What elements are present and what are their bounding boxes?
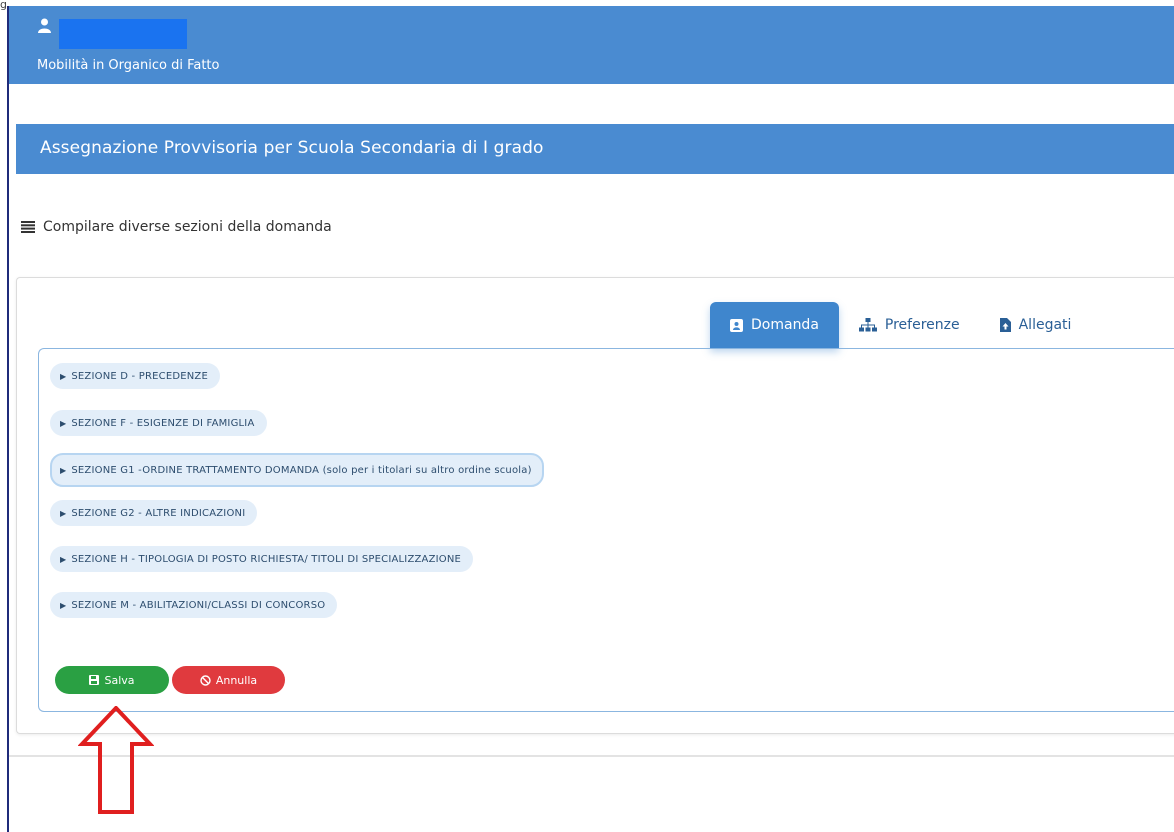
section-label: SEZIONE F - ESIGENZE DI FAMIGLIA [71,417,255,429]
caret-right-icon: ▶ [60,554,67,564]
ban-icon [200,674,211,686]
save-button-label: Salva [104,673,135,687]
cancel-button[interactable]: Annulla [172,666,285,694]
corner-mark: g [0,0,7,11]
section-g1-accordion[interactable]: ▶ SEZIONE G1 -ORDINE TRATTAMENTO DOMANDA… [50,453,544,487]
tab-allegati[interactable]: Allegati [980,302,1092,348]
section-d-accordion[interactable]: ▶ SEZIONE D - PRECEDENZE [50,363,221,389]
caret-right-icon: ▶ [60,600,67,610]
page-banner: Assegnazione Provvisoria per Scuola Seco… [16,124,1174,174]
tab-label: Preferenze [884,317,960,333]
tab-preferenze[interactable]: Preferenze [839,302,980,348]
section-g2-accordion[interactable]: ▶ SEZIONE G2 - ALTRE INDICAZIONI [50,500,258,526]
user-icon [38,18,51,33]
section-label: SEZIONE M - ABILITAZIONI/CLASSI DI CONCO… [71,599,326,611]
tab-bar: Domanda Preferenze Allegati [710,302,1091,348]
caret-right-icon: ▶ [60,371,67,381]
caret-right-icon: ▶ [60,508,67,518]
file-upload-icon [999,318,1011,332]
section-label: SEZIONE G1 -ORDINE TRATTAMENTO DOMANDA (… [71,464,532,476]
redacted-user-name [59,19,187,49]
section-m-accordion[interactable]: ▶ SEZIONE M - ABILITAZIONI/CLASSI DI CON… [50,592,338,618]
section-label: SEZIONE H - TIPOLOGIA DI POSTO RICHIESTA… [71,553,462,565]
top-header: Mobilità in Organico di Fatto [9,6,1174,84]
page-title: Assegnazione Provvisoria per Scuola Seco… [40,138,544,158]
section-h-accordion[interactable]: ▶ SEZIONE H - TIPOLOGIA DI POSTO RICHIES… [50,546,474,572]
red-arrow-annotation [78,706,154,814]
application-card: Domanda Preferenze Allegati ▶ SEZIONE D … [16,277,1174,734]
app-title: Mobilità in Organico di Fatto [37,58,220,73]
domanda-panel: ▶ SEZIONE D - PRECEDENZE ▶ SEZIONE F - E… [38,348,1174,712]
caret-right-icon: ▶ [60,418,67,428]
instructions-text: Compilare diverse sezioni della domanda [43,219,332,235]
caret-right-icon: ▶ [60,465,67,475]
contact-card-icon [730,318,743,332]
section-f-accordion[interactable]: ▶ SEZIONE F - ESIGENZE DI FAMIGLIA [50,410,267,436]
save-icon [89,675,100,685]
tab-domanda[interactable]: Domanda [710,302,839,348]
cancel-button-label: Annulla [215,673,258,687]
sitemap-icon [858,318,877,332]
divider [9,755,1174,757]
tab-label: Allegati [1018,317,1072,333]
section-label: SEZIONE G2 - ALTRE INDICAZIONI [71,507,246,519]
instructions: Compilare diverse sezioni della domanda [21,219,332,235]
list-icon [21,221,35,233]
save-button[interactable]: Salva [55,666,169,694]
tab-label: Domanda [751,317,819,333]
section-label: SEZIONE D - PRECEDENZE [71,370,209,382]
